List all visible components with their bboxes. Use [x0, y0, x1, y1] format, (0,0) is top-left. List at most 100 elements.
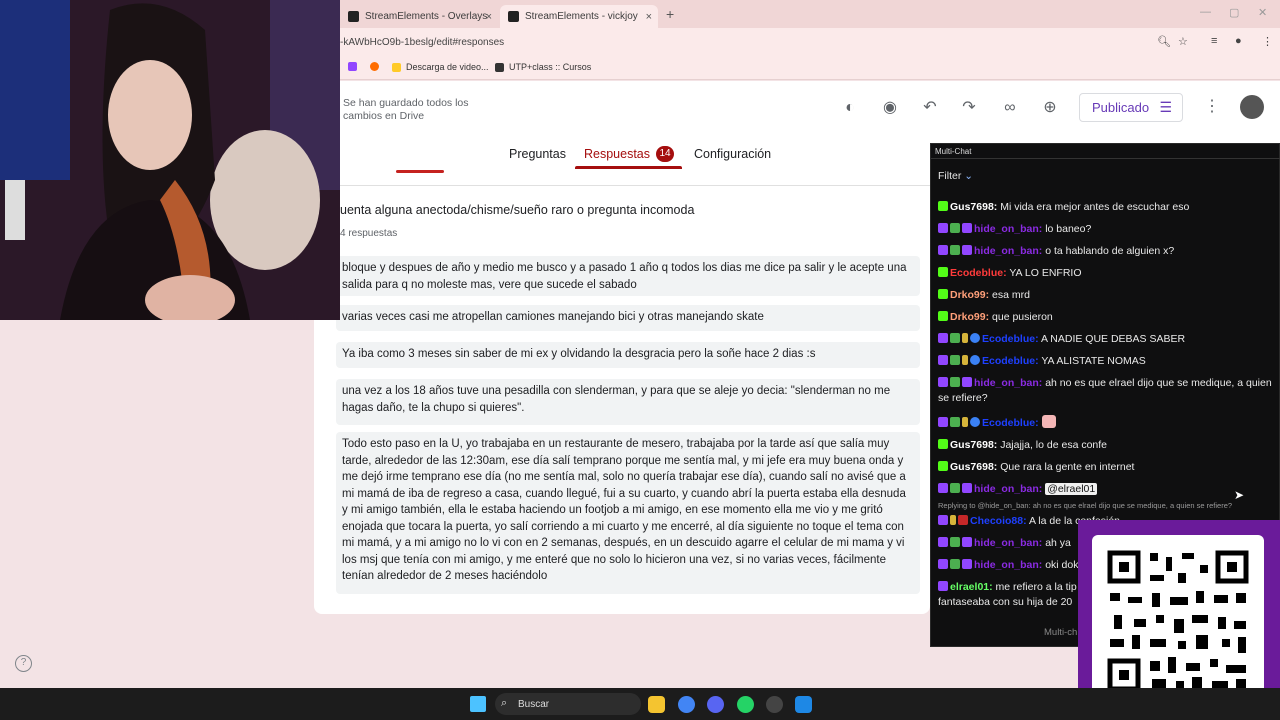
webcam-image	[0, 0, 340, 320]
chat-message: hide_on_ban: ah no es que elrael dijo qu…	[938, 376, 1278, 406]
close-window-icon[interactable]: ✕	[1258, 6, 1267, 19]
close-tab-icon[interactable]: ×	[486, 11, 492, 23]
badge-icon	[958, 515, 968, 525]
twitch-icon	[938, 537, 948, 547]
taskbar: ⌕ Buscar	[0, 688, 1280, 720]
file-explorer-icon[interactable]	[648, 696, 665, 713]
publish-button[interactable]: Publicado ☰	[1079, 93, 1183, 122]
mod-badge-icon	[950, 245, 960, 255]
chat-username[interactable]: elrael01:	[950, 581, 993, 593]
chat-username[interactable]: hide_on_ban:	[974, 223, 1042, 235]
extension-icon[interactable]: ●	[1235, 35, 1242, 47]
chat-username[interactable]: Drko99:	[950, 311, 989, 323]
kick-icon	[938, 289, 948, 299]
chat-username[interactable]: Drko99:	[950, 289, 989, 301]
minimize-icon[interactable]: —	[1200, 6, 1211, 18]
emote-icon	[1041, 415, 1056, 428]
chat-text: o ta hablando de alguien x?	[1045, 245, 1175, 257]
bookmark-video-download[interactable]: Descarga de video...	[392, 62, 489, 72]
taskbar-search[interactable]	[495, 693, 641, 715]
chat-message: Ecodeblue: YA LO ENFRIO	[938, 266, 1278, 281]
avatar[interactable]	[1240, 95, 1264, 119]
menu-icon[interactable]: ⋮	[1262, 35, 1273, 48]
mouse-cursor-icon: ➤	[1234, 488, 1245, 502]
chat-username[interactable]: hide_on_ban:	[974, 559, 1042, 571]
mention-chip[interactable]: @elrael01	[1045, 483, 1098, 495]
chat-username[interactable]: Ecodeblue:	[950, 267, 1007, 279]
whatsapp-icon[interactable]	[737, 696, 754, 713]
url-text[interactable]: -kAWbHcO9b-1beslg/edit#responses	[340, 37, 504, 48]
mod-badge-icon	[950, 559, 960, 569]
chat-text: A NADIE QUE DEBAS SABER	[1040, 333, 1186, 345]
new-tab-button[interactable]: +	[666, 6, 674, 22]
publish-label: Publicado	[1092, 100, 1150, 115]
responses-count-badge: 14	[656, 146, 674, 162]
kick-icon	[938, 311, 948, 321]
chat-message: Drko99: esa mrd	[938, 288, 1278, 303]
chat-message: hide_on_ban: lo baneo?	[938, 222, 1278, 237]
mod-badge-icon	[950, 223, 960, 233]
chat-username[interactable]: Gus7698:	[950, 201, 997, 213]
twitch-icon	[938, 355, 948, 365]
chat-text: lo baneo?	[1045, 223, 1092, 235]
person-add-icon[interactable]: ⊕	[1039, 97, 1061, 119]
kick-icon	[938, 267, 948, 277]
eye-icon[interactable]: ◉	[879, 97, 901, 119]
chat-username[interactable]: Checoio88:	[970, 515, 1027, 527]
discord-icon[interactable]	[707, 696, 724, 713]
twitch-icon	[938, 581, 948, 591]
star-icon[interactable]: ☆	[1178, 35, 1188, 48]
twitch-icon	[938, 377, 948, 387]
chat-username[interactable]: hide_on_ban:	[974, 537, 1042, 549]
chat-text: Que rara la gente en internet	[1000, 461, 1135, 473]
browser-tab-overlays[interactable]: StreamElements - Overlays ×	[340, 5, 498, 28]
bookmark-icon[interactable]	[370, 62, 384, 71]
sub-badge-icon	[962, 537, 972, 547]
chat-title: Multi-Chat	[935, 147, 972, 156]
chat-text: YA ALISTATE NOMAS	[1041, 355, 1146, 367]
redo-icon[interactable]: ↷	[958, 97, 980, 119]
chat-message: Gus7698: Jajajja, lo de esa confe	[938, 438, 1278, 453]
twitch-bookmark-icon[interactable]	[348, 62, 362, 71]
bits-badge-icon	[962, 333, 968, 343]
tab-questions[interactable]: Preguntas	[509, 147, 566, 161]
verified-badge-icon	[970, 355, 980, 365]
chat-text: Jajajja, lo de esa confe	[1000, 439, 1108, 451]
tab-responses[interactable]: Respuestas	[584, 147, 650, 161]
help-icon[interactable]: ?	[15, 655, 32, 672]
streamelements-icon	[348, 11, 359, 22]
maximize-icon[interactable]: ▢	[1229, 6, 1239, 19]
link-icon[interactable]: ∞	[999, 97, 1021, 119]
more-vert-icon[interactable]: ⋮	[1204, 96, 1220, 116]
chat-username[interactable]: Ecodeblue:	[982, 333, 1039, 345]
chat-message: hide_on_ban: @elrael01	[938, 482, 1278, 497]
obs-icon[interactable]	[766, 696, 783, 713]
browser-tab-vickjoy[interactable]: StreamElements - vickjoy ×	[500, 5, 658, 28]
sub-badge-icon	[962, 483, 972, 493]
app-icon[interactable]	[795, 696, 812, 713]
tab-settings[interactable]: Configuración	[694, 147, 771, 161]
chat-username[interactable]: Ecodeblue:	[982, 417, 1039, 429]
bookmark-utp-class[interactable]: UTP+class :: Cursos	[495, 62, 591, 72]
search-icon: ⌕	[501, 697, 508, 709]
chrome-icon[interactable]	[678, 696, 695, 713]
filter-dropdown[interactable]: Filter ⌄	[938, 170, 973, 182]
windows-start-icon[interactable]	[470, 696, 486, 712]
chat-username[interactable]: Gus7698:	[950, 461, 997, 473]
bookmark-label: Descarga de video...	[406, 62, 489, 72]
reply-note: Replying to @hide_on_ban: ah no es que e…	[938, 501, 1233, 510]
undo-icon[interactable]: ↶	[919, 97, 941, 119]
mod-badge-icon	[950, 333, 960, 343]
chat-username[interactable]: hide_on_ban:	[974, 245, 1042, 257]
chat-username[interactable]: hide_on_ban:	[974, 377, 1042, 389]
palette-icon[interactable]: ◐	[839, 97, 861, 119]
chat-username[interactable]: hide_on_ban:	[974, 483, 1042, 495]
chat-message: Ecodeblue: YA ALISTATE NOMAS	[938, 354, 1278, 369]
chat-username[interactable]: Gus7698:	[950, 439, 997, 451]
response-item: Todo esto paso en la U, yo trabajaba en …	[336, 432, 920, 594]
mod-badge-icon	[950, 537, 960, 547]
media-icon[interactable]: ≡	[1211, 35, 1217, 47]
chat-username[interactable]: Ecodeblue:	[982, 355, 1039, 367]
close-tab-icon[interactable]: ×	[646, 11, 652, 23]
zoom-icon[interactable]: 🔍︎	[1157, 35, 1171, 48]
